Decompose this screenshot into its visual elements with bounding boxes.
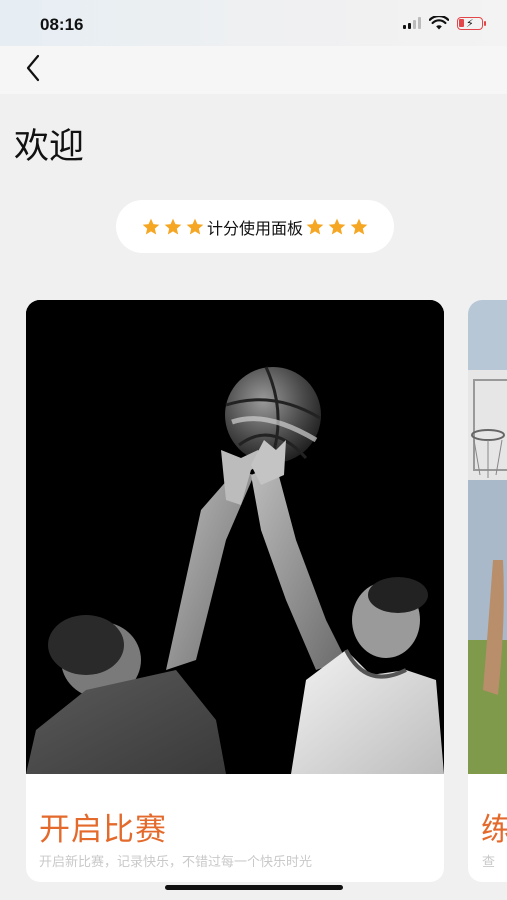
nav-bar <box>0 46 507 94</box>
star-icon <box>186 218 204 234</box>
star-icon <box>164 218 182 234</box>
signal-icon <box>403 17 421 29</box>
star-icon <box>142 218 160 234</box>
scoring-panel-banner: 计分使用面板 <box>116 200 394 253</box>
card-title: 练 <box>481 812 507 848</box>
star-icon <box>328 218 346 234</box>
basketball-jump-ball-photo <box>26 300 444 774</box>
status-bar: 08:16 ⚡ <box>0 0 507 46</box>
banner-label: 计分使用面板 <box>206 218 303 238</box>
card-subtitle: 开启新比赛，记录快乐，不错过每一个快乐时光 <box>39 855 313 870</box>
star-icon <box>306 218 324 234</box>
stars-right <box>305 217 369 237</box>
chevron-left-icon <box>26 54 40 82</box>
card-subtitle: 查 <box>482 855 496 870</box>
basketball-hoop-photo <box>468 300 507 774</box>
home-indicator <box>165 885 343 890</box>
page-title: 欢迎 <box>14 127 85 167</box>
wifi-icon <box>429 16 449 30</box>
stars-left <box>141 217 205 237</box>
start-match-card[interactable]: 开启比赛 开启新比赛，记录快乐，不错过每一个快乐时光 <box>26 300 444 882</box>
battery-low-charging-icon: ⚡ <box>457 16 486 30</box>
practice-card[interactable]: 练 查 <box>468 300 507 882</box>
star-icon <box>350 218 368 234</box>
back-button[interactable] <box>18 52 48 84</box>
status-icons: ⚡ <box>403 16 486 30</box>
card-title: 开启比赛 <box>39 812 167 848</box>
status-time: 08:16 <box>40 15 84 34</box>
